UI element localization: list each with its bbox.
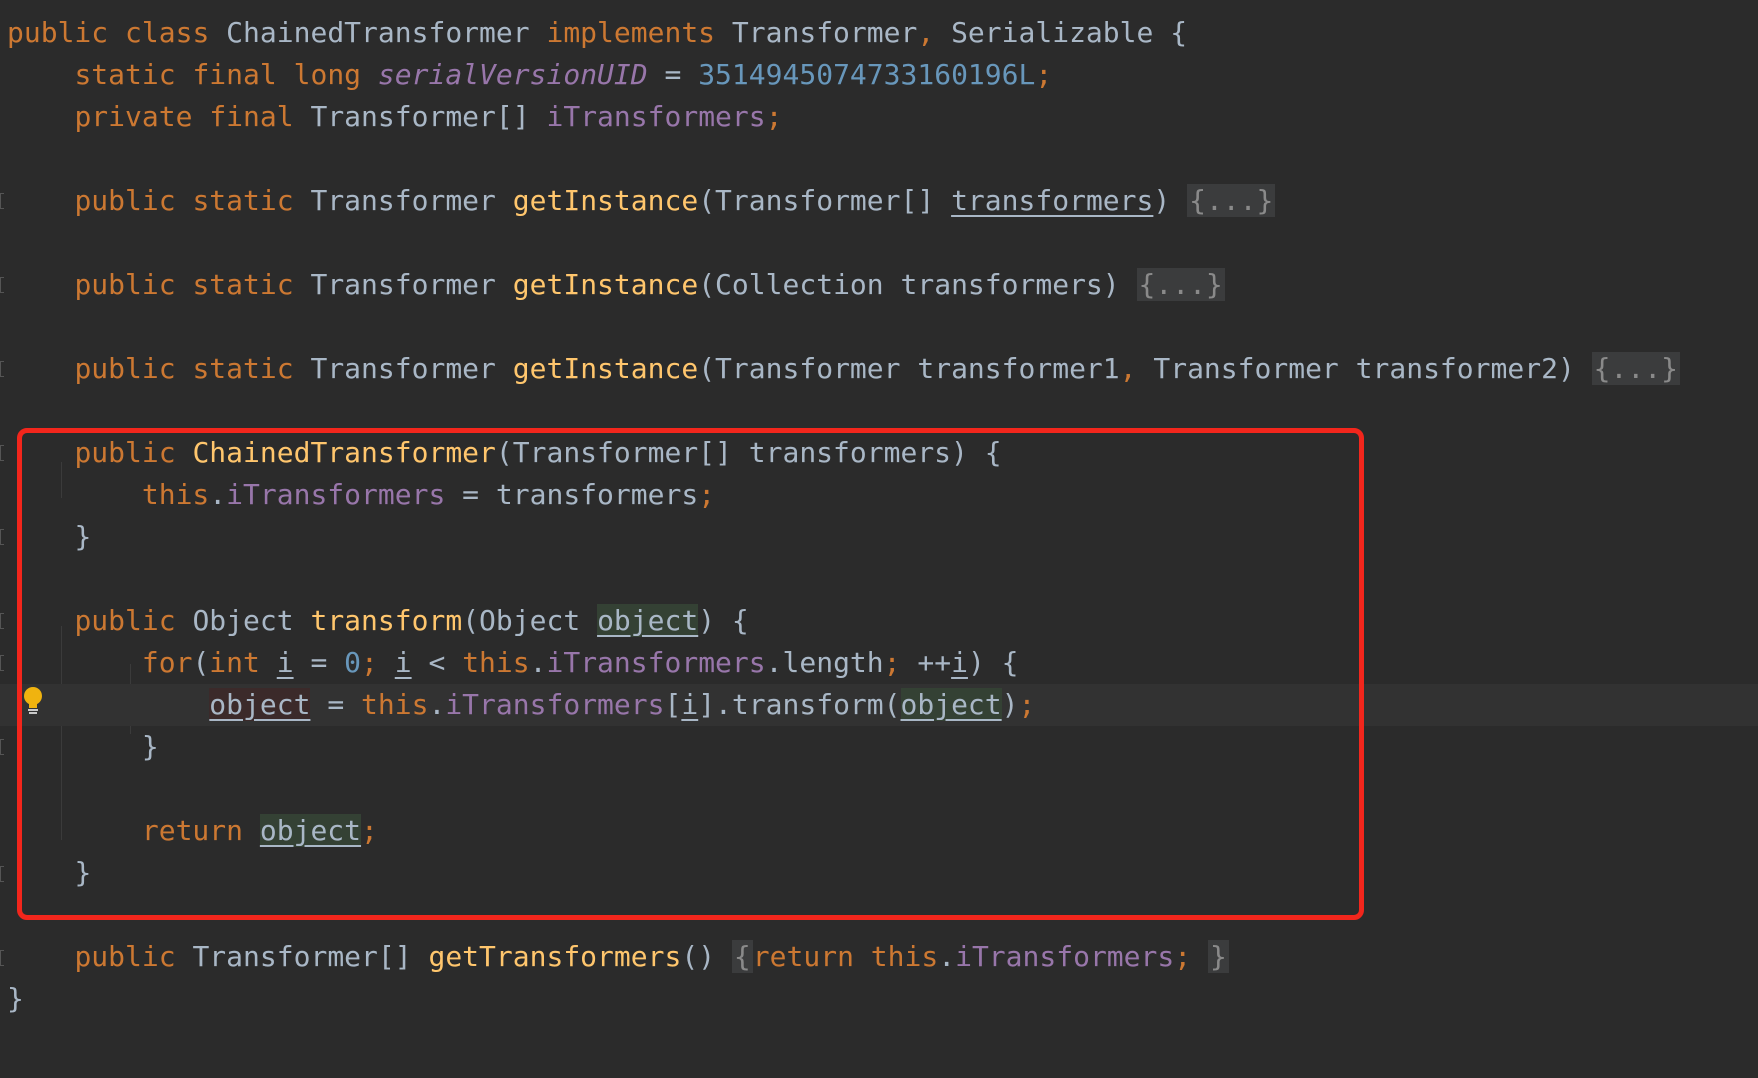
token: (Transformer[] bbox=[698, 184, 935, 217]
folded-code-block[interactable]: {...} bbox=[1187, 184, 1276, 217]
token: ; bbox=[1174, 940, 1192, 973]
fold-marker[interactable] bbox=[0, 655, 4, 671]
token: () bbox=[681, 940, 716, 973]
token: static bbox=[192, 184, 294, 217]
code-line-17[interactable]: } bbox=[7, 978, 24, 1020]
token: ) bbox=[1153, 184, 1171, 217]
token: getInstance bbox=[512, 268, 699, 301]
token: return bbox=[752, 940, 854, 973]
token: Transformer bbox=[310, 184, 496, 217]
fold-marker[interactable] bbox=[0, 193, 4, 209]
token: , bbox=[917, 16, 935, 49]
token: ; bbox=[765, 100, 783, 133]
token: static bbox=[74, 58, 176, 91]
token: final bbox=[192, 58, 277, 91]
fold-marker[interactable] bbox=[0, 866, 4, 882]
token: serialVersionUID bbox=[377, 58, 648, 91]
token: private bbox=[74, 100, 193, 133]
token: getTransformers bbox=[428, 940, 682, 973]
token: iTransformers bbox=[546, 100, 766, 133]
token: 3514945074733160196L bbox=[698, 58, 1036, 91]
token: public bbox=[74, 940, 176, 973]
token: Transformer bbox=[731, 16, 918, 49]
annotation-highlight-box bbox=[17, 428, 1364, 920]
token: getInstance bbox=[512, 352, 699, 385]
token: Transformer[] bbox=[192, 940, 412, 973]
token: Transformer bbox=[310, 268, 496, 301]
token: static bbox=[192, 352, 294, 385]
code-line-4[interactable]: public static Transformer getInstance(Tr… bbox=[7, 180, 1276, 222]
token: public bbox=[74, 352, 176, 385]
token: , bbox=[1119, 352, 1137, 385]
token: this bbox=[870, 940, 939, 973]
token: static bbox=[192, 268, 294, 301]
token: = bbox=[664, 58, 682, 91]
code-line-6[interactable]: public static Transformer getInstance(Tr… bbox=[7, 348, 1680, 390]
fold-marker[interactable] bbox=[0, 529, 4, 545]
fold-marker[interactable] bbox=[0, 739, 4, 755]
token: class bbox=[125, 16, 210, 49]
code-line-2[interactable]: static final long serialVersionUID = 351… bbox=[7, 54, 1052, 96]
folded-code-block[interactable]: {...} bbox=[1136, 268, 1225, 301]
token: iTransformers bbox=[955, 940, 1175, 973]
token: getInstance bbox=[512, 184, 699, 217]
folded-code-block[interactable]: {...} bbox=[1591, 352, 1680, 385]
token: long bbox=[293, 58, 362, 91]
token: Transformer[] bbox=[310, 100, 530, 133]
token: (Collection transformers) bbox=[698, 268, 1120, 301]
fold-marker[interactable] bbox=[0, 361, 4, 377]
token: Serializable bbox=[951, 16, 1154, 49]
fold-marker[interactable] bbox=[0, 950, 4, 966]
fold-marker[interactable] bbox=[0, 613, 4, 629]
token: Transformer transformer2) bbox=[1153, 352, 1575, 385]
token: transformers bbox=[951, 184, 1154, 217]
code-editor[interactable]: public class ChainedTransformer implemen… bbox=[0, 0, 1758, 1078]
code-line-16[interactable]: public Transformer[] getTransformers() {… bbox=[7, 936, 1229, 978]
fold-marker[interactable] bbox=[0, 277, 4, 293]
folded-brace[interactable]: { bbox=[731, 940, 753, 973]
token: { bbox=[1170, 16, 1188, 49]
token: public bbox=[7, 16, 109, 49]
token: public bbox=[74, 184, 176, 217]
token: public bbox=[74, 268, 176, 301]
code-line-5[interactable]: public static Transformer getInstance(Co… bbox=[7, 264, 1225, 306]
token: . bbox=[938, 940, 956, 973]
folded-brace[interactable]: } bbox=[1207, 940, 1229, 973]
token: implements bbox=[546, 16, 716, 49]
token: (Transformer transformer1 bbox=[698, 352, 1120, 385]
code-line-1[interactable]: public class ChainedTransformer implemen… bbox=[7, 12, 1187, 54]
code-line-3[interactable]: private final Transformer[] iTransformer… bbox=[7, 96, 783, 138]
token: final bbox=[209, 100, 294, 133]
token: } bbox=[7, 982, 24, 1015]
fold-marker[interactable] bbox=[0, 445, 4, 461]
token: Transformer bbox=[310, 352, 496, 385]
token: ; bbox=[1035, 58, 1053, 91]
token: ChainedTransformer bbox=[226, 16, 530, 49]
